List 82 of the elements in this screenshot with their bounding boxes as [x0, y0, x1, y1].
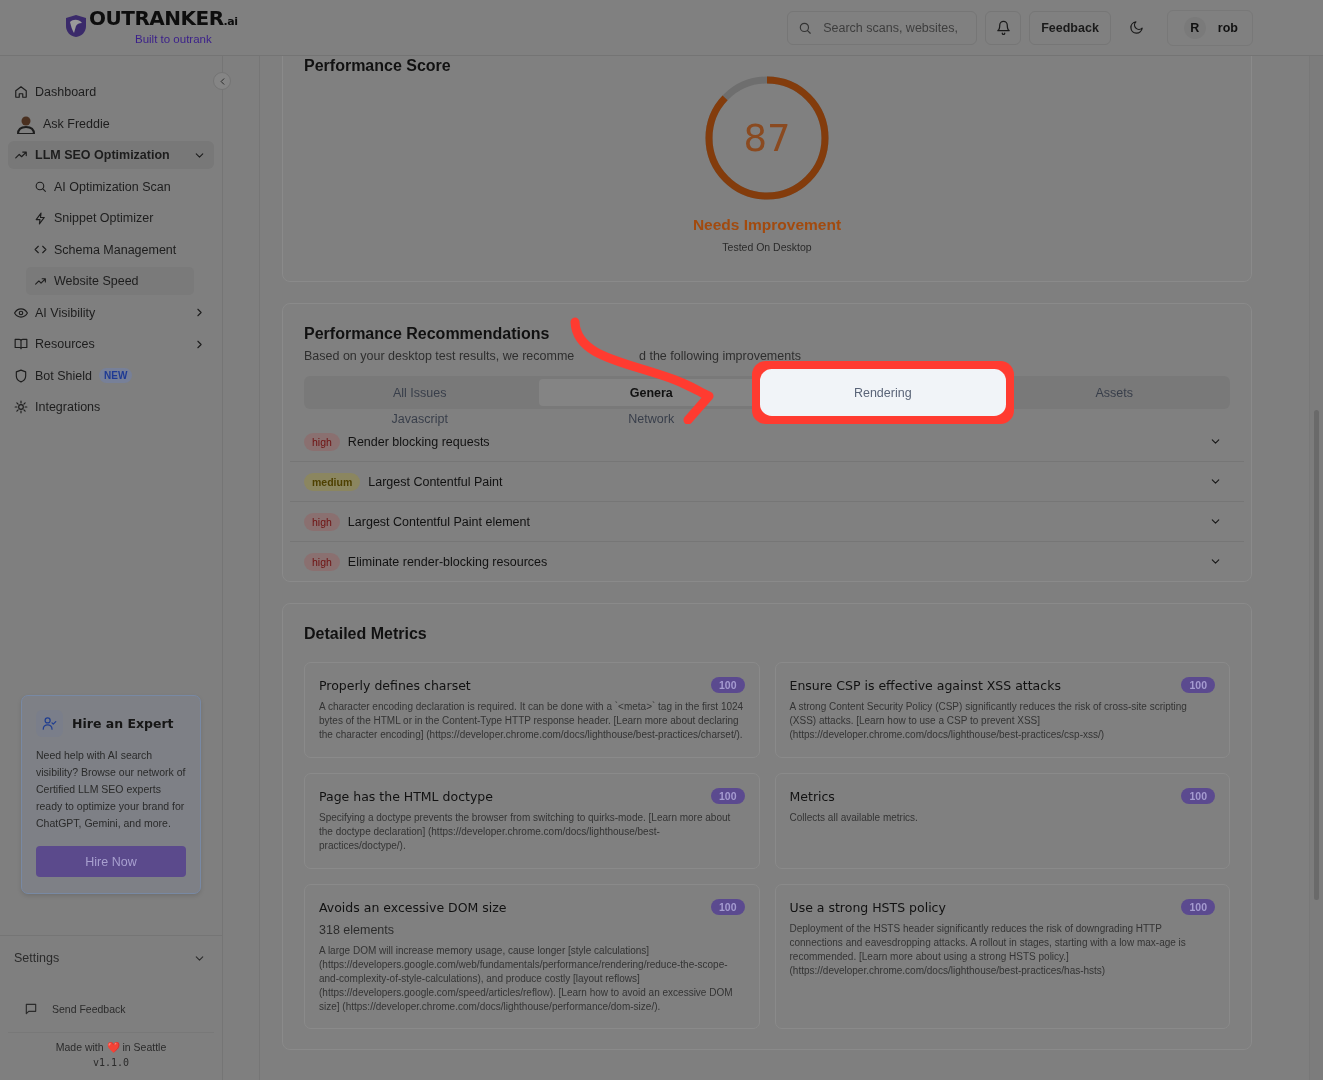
search-icon [34, 180, 47, 193]
metric-description: Collects all available metrics. [789, 811, 919, 825]
score-badge: 100 [710, 899, 745, 915]
severity-badge: high [304, 512, 340, 531]
issue-title: Largest Contentful Paint element [347, 514, 530, 529]
filter-tab[interactable]: All Issues [307, 379, 533, 406]
chat-bubble-icon [24, 1002, 38, 1016]
settings-toggle[interactable]: Settings [0, 935, 222, 980]
metric-title: Ensure CSP is effective against XSS attacks [789, 677, 1061, 693]
metric-title: Properly defines charset [319, 677, 471, 693]
hire-now-button[interactable]: Hire Now [36, 846, 186, 877]
logo-wordmark: OUTRANKER.ai [89, 6, 238, 32]
issue-row[interactable]: high Largest Contentful Paint element [290, 502, 1244, 542]
issue-title: Eliminate render-blocking resources [347, 554, 548, 569]
moon-icon [1129, 20, 1145, 35]
eye-icon [14, 305, 28, 320]
metric-title: Metrics [789, 788, 835, 804]
user-menu-button[interactable]: R rob [1166, 9, 1253, 46]
logo-tagline: Built to outrank [135, 32, 213, 45]
sidebar-subitem[interactable]: Website Speed [26, 267, 194, 295]
issue-row[interactable]: high Render blocking requests [290, 422, 1244, 462]
score-badge: 100 [1181, 788, 1215, 804]
metric-description: A character encoding declaration is required. It can be done with a `<meta>` tag in the first 1024 bytes of the HTML or in the Content-Type HTTP response header. [Learn more about declaring the character encoding] (https://developer.chrome.com/docs/lighthouse/best-practices/charset/). [319, 700, 745, 742]
settings-icon [14, 400, 28, 414]
metric-description: Specifying a doctype prevents the browser from switching to quirks-mode. [Learn more about the doctype declaration] (https://developer.chrome.com/docs/lighthouse/best-practices/doctype/). [319, 811, 732, 853]
new-badge: NEW [99, 368, 133, 383]
subtitle-text: d the following improvements [639, 349, 801, 363]
metric-title: Avoids an excessive DOM size [319, 899, 507, 915]
severity-badge: high [304, 432, 340, 451]
score-badge: 100 [1181, 899, 1215, 915]
metric-title: Page has the HTML doctype [319, 788, 493, 804]
score-rating: Needs Improvement [692, 216, 842, 234]
user-check-icon [36, 710, 63, 737]
card-title: Performance Recommendations [304, 325, 551, 343]
sidebar-item[interactable]: Integrations [8, 393, 214, 421]
sidebar-item[interactable]: AI Visibility [8, 298, 214, 327]
score-badge: 100 [710, 677, 745, 693]
severity-badge: high [304, 552, 340, 571]
trend-icon [14, 148, 28, 162]
sidebar-item[interactable]: Dashboard [8, 78, 214, 106]
sidebar-item[interactable]: Bot Shield NEW [8, 361, 214, 390]
shield-icon [14, 368, 28, 383]
sidebar-item[interactable]: Ask Freddie [8, 109, 214, 138]
issue-row[interactable]: high Eliminate render-blocking resources [290, 542, 1244, 581]
notifications-button[interactable] [985, 10, 1022, 45]
metric-description: A large DOM will increase memory usage, cause longer [style calculations] (https://developers.google.com/web/fundamentals/performance/rendering/reduce-the-scope-and-complexity-of-style-calculations), and produce costly [layout reflows] (https://developers.google.com/speed/articles/reflow). [Learn how to avoid an excessive DOM size] (https://developer.chrome.com/docs/lighthouse/performance/dom-size/). [319, 944, 734, 1014]
home-icon [14, 85, 28, 99]
filter-tab[interactable]: Assets [1001, 379, 1227, 406]
metric-value: 318 elements [319, 923, 396, 937]
score-badge: 100 [710, 788, 745, 804]
metric-description: Deployment of the HSTS header significantly reduces the risk of downgrading HTTP connections and eavesdropping attacks. A rollout in stages, starting with a low max-age is recommended. [Learn more about using a strong HSTS policy.] (https://developer.chrome.com/docs/lighthouse/best-practices/has-hsts) [789, 922, 1187, 978]
metric-description: A strong Content Security Policy (CSP) significantly reduces the risk of cross-site scripting (XSS) attacks. [Learn how to use a CSP to prevent XSS] (https://developer.chrome.com/docs/lighthouse/best-practices/csp-xss/) [789, 700, 1188, 742]
sidebar-item[interactable]: Resources [8, 330, 214, 358]
card-text: Need help with AI search visibility? Browse our network of Certified LLM SEO experts ready to optimize your brand for ChatGPT, Gemini, and more. [36, 748, 186, 831]
sidebar-subitem[interactable]: Snippet Optimizer [26, 204, 194, 232]
search-field[interactable]: Search scans, websites, [787, 10, 978, 45]
severity-badge: medium [304, 472, 361, 491]
credit-text: Made with ❤ in Seattle [55, 1041, 167, 1054]
sidebar-subitem[interactable]: AI Optimization Scan [26, 172, 194, 201]
score-badge: 100 [1181, 677, 1215, 693]
card-title: Hire an Expert [72, 716, 174, 731]
book-icon [14, 337, 28, 351]
metric-title: Use a strong HSTS policy [789, 899, 946, 915]
score-note: Tested On Desktop [722, 241, 812, 253]
collapse-button[interactable] [213, 72, 231, 90]
subtitle-text: Based on your desktop test results, we recomme [304, 349, 576, 363]
eagle-shield-icon [64, 12, 88, 39]
sidebar-subitem[interactable]: Schema Management [26, 235, 194, 264]
card-title: Performance Score [304, 57, 451, 75]
issue-title: Largest Contentful Paint [368, 474, 503, 489]
card-title: Detailed Metrics [304, 625, 428, 643]
search-icon [798, 20, 813, 35]
score-value: 87 [743, 119, 791, 157]
sidebar-item[interactable]: LLM SEO Optimization [8, 141, 214, 169]
bell-icon [995, 20, 1011, 35]
issue-title: Render blocking requests [347, 434, 490, 449]
version-text: v1.1.0 [92, 1057, 130, 1068]
code-icon [34, 243, 47, 256]
issue-row[interactable]: medium Largest Contentful Paint [290, 462, 1244, 502]
feedback-button[interactable]: Feedback [1029, 10, 1111, 45]
lightning-icon [34, 211, 47, 225]
send-feedback-link[interactable]: Send Feedback [8, 994, 214, 1033]
